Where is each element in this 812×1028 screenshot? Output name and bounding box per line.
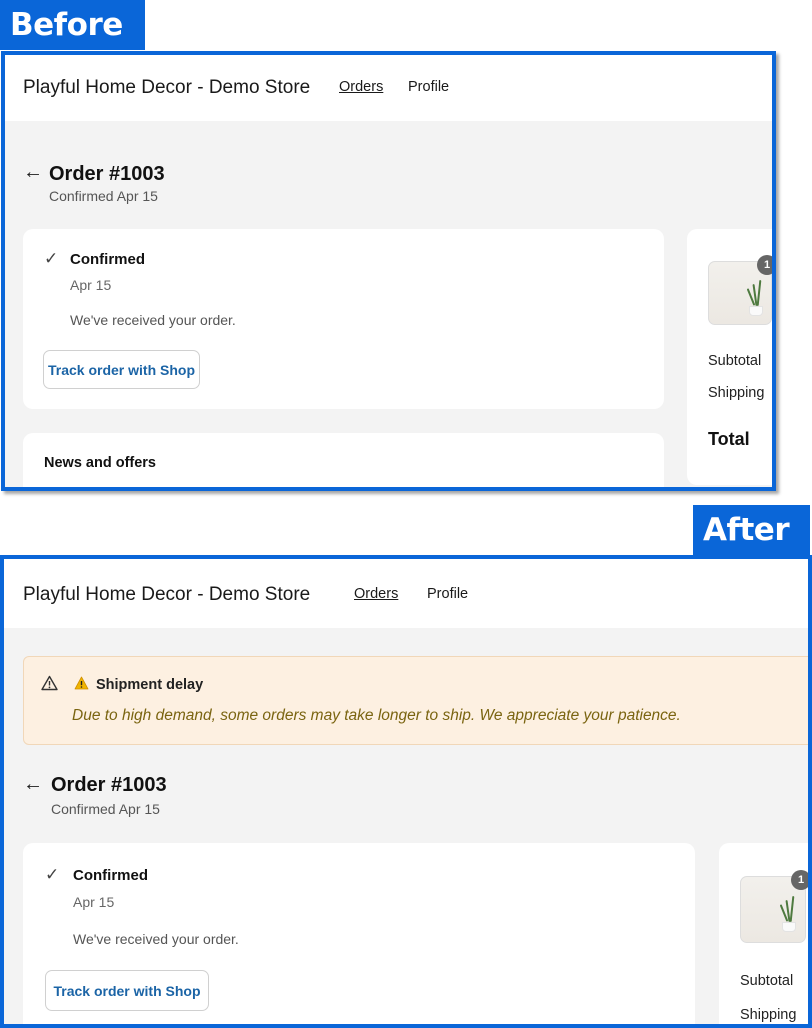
status-date: Apr 15	[73, 894, 115, 910]
warning-outline-svg	[41, 675, 58, 691]
order-title: Order #1003	[49, 163, 165, 185]
news-offers-title: News and offers	[44, 455, 156, 471]
status-title: Confirmed	[70, 251, 145, 268]
after-screenshot: Playful Home Decor - Demo Store Orders P…	[0, 555, 812, 1028]
track-order-button[interactable]: Track order with Shop	[43, 350, 200, 389]
order-title: Order #1003	[51, 774, 167, 796]
store-header: Playful Home Decor - Demo Store Orders P…	[4, 559, 808, 628]
plant-leaf	[756, 279, 762, 307]
subtotal-label: Subtotal	[708, 353, 762, 369]
order-subtitle: Confirmed Apr 15	[49, 188, 158, 204]
status-message: We've received your order.	[73, 931, 239, 947]
check-icon: ✓	[45, 865, 60, 884]
shipping-label: Shipping	[740, 1007, 797, 1023]
order-status-card: ✓ Confirmed Apr 15 We've received your o…	[23, 843, 695, 1024]
banner-title: Shipment delay	[96, 677, 204, 693]
plant-pot	[782, 922, 796, 932]
store-name[interactable]: Playful Home Decor - Demo Store	[23, 584, 310, 606]
shipment-delay-banner: Shipment delay Due to high demand, some …	[23, 656, 808, 745]
status-message: We've received your order.	[70, 312, 236, 328]
subtotal-label: Subtotal	[740, 973, 794, 989]
order-status-card: ✓ Confirmed Apr 15 We've received your o…	[23, 229, 664, 409]
order-subtitle: Confirmed Apr 15	[51, 801, 160, 817]
warning-filled-svg	[74, 676, 89, 690]
check-icon: ✓	[44, 249, 59, 268]
back-arrow-icon[interactable]: ←	[23, 773, 43, 796]
after-label: After	[693, 505, 810, 555]
warning-emoji-icon	[74, 676, 89, 693]
news-offers-card: News and offers	[23, 433, 664, 487]
back-arrow-icon[interactable]: ←	[23, 161, 43, 184]
total-label: Total	[708, 429, 750, 449]
before-label: Before	[0, 0, 145, 50]
nav-orders-link[interactable]: Orders	[339, 79, 383, 95]
order-summary-card: 1 Subtotal Shipping	[719, 843, 808, 1024]
nav-orders-link[interactable]: Orders	[354, 586, 398, 602]
shipping-label: Shipping	[708, 385, 765, 401]
track-order-button[interactable]: Track order with Shop	[45, 970, 209, 1011]
item-count-badge: 1	[791, 870, 808, 890]
nav-profile-link[interactable]: Profile	[427, 586, 468, 602]
store-header: Playful Home Decor - Demo Store Orders P…	[5, 55, 772, 121]
order-summary-card: 1 Subtotal Shipping Total	[687, 229, 772, 485]
before-screenshot: Playful Home Decor - Demo Store Orders P…	[1, 51, 776, 491]
nav-profile-link[interactable]: Profile	[408, 79, 449, 95]
status-date: Apr 15	[70, 277, 112, 293]
warning-triangle-outline-icon	[41, 675, 58, 696]
plant-pot	[749, 306, 763, 316]
plant-leaf	[789, 895, 795, 923]
item-count-badge: 1	[757, 255, 772, 275]
store-name[interactable]: Playful Home Decor - Demo Store	[23, 77, 310, 99]
banner-message: Due to high demand, some orders may take…	[72, 707, 681, 724]
status-title: Confirmed	[73, 867, 148, 884]
